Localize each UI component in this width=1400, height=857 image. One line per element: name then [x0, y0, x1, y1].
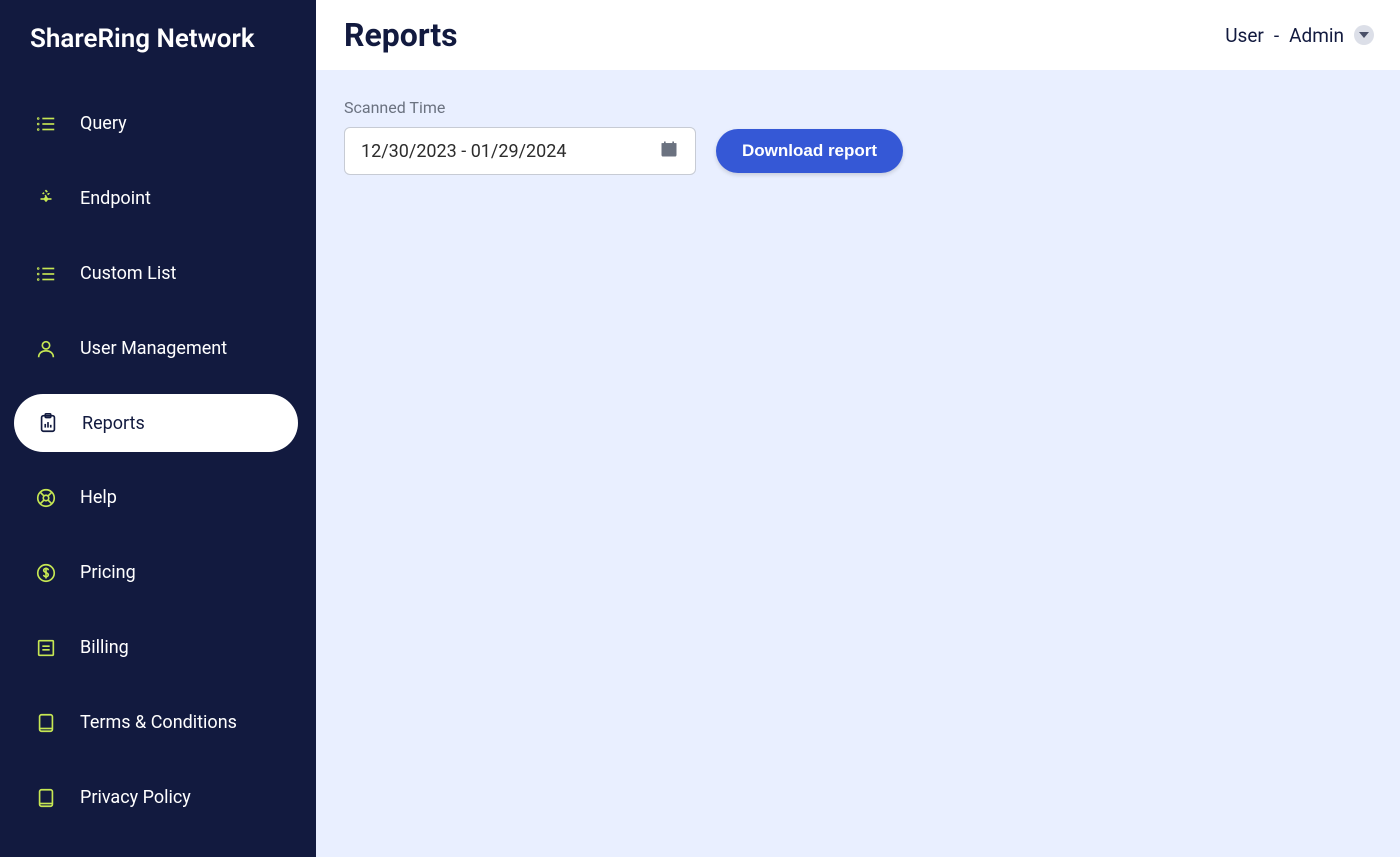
sidebar-item-pricing[interactable]: Pricing: [0, 535, 316, 610]
dollar-icon: [34, 561, 58, 585]
sidebar-item-terms[interactable]: Terms & Conditions: [0, 685, 316, 760]
sidebar-item-label: User Management: [80, 338, 227, 359]
page-title: Reports: [344, 16, 458, 54]
header: Reports User - Admin: [316, 0, 1400, 70]
sidebar-item-label: Help: [80, 487, 117, 508]
billing-icon: [34, 636, 58, 660]
sidebar-item-label: Billing: [80, 637, 129, 658]
sidebar-item-label: Privacy Policy: [80, 787, 191, 808]
sidebar-item-endpoint[interactable]: Endpoint: [0, 161, 316, 236]
sidebar-item-label: Terms & Conditions: [80, 712, 237, 733]
date-range-input[interactable]: 12/30/2023 - 01/29/2024: [344, 127, 696, 175]
filter-row: 12/30/2023 - 01/29/2024 Download report: [344, 127, 1372, 175]
sidebar-item-help[interactable]: Help: [0, 460, 316, 535]
sidebar-item-label: Pricing: [80, 562, 136, 583]
date-range-value: 12/30/2023 - 01/29/2024: [361, 141, 566, 162]
user-separator: -: [1274, 24, 1279, 47]
clipboard-icon: [36, 411, 60, 435]
endpoint-icon: [34, 187, 58, 211]
scanned-time-label: Scanned Time: [344, 98, 1372, 117]
sidebar-item-custom-list[interactable]: Custom List: [0, 236, 316, 311]
sidebar: ShareRing Network Query Endpoint Custom …: [0, 0, 316, 857]
brand-title: ShareRing Network: [0, 24, 316, 78]
sidebar-nav: Query Endpoint Custom List User Manageme…: [0, 78, 316, 835]
user-label: User: [1225, 24, 1264, 47]
sidebar-item-reports[interactable]: Reports: [14, 394, 298, 452]
sidebar-item-privacy[interactable]: Privacy Policy: [0, 760, 316, 835]
help-icon: [34, 486, 58, 510]
chevron-down-icon[interactable]: [1354, 25, 1374, 45]
document-icon: [34, 711, 58, 735]
download-report-button[interactable]: Download report: [716, 129, 903, 173]
sidebar-item-billing[interactable]: Billing: [0, 610, 316, 685]
sidebar-item-label: Endpoint: [80, 188, 151, 209]
user-menu[interactable]: User - Admin: [1225, 24, 1374, 47]
calendar-icon: [659, 139, 679, 164]
sidebar-item-user-management[interactable]: User Management: [0, 311, 316, 386]
list-icon: [34, 112, 58, 136]
sidebar-item-label: Reports: [82, 413, 145, 434]
user-role: Admin: [1289, 24, 1344, 47]
document-icon: [34, 786, 58, 810]
sidebar-item-label: Query: [80, 113, 127, 134]
user-icon: [34, 337, 58, 361]
content: Scanned Time 12/30/2023 - 01/29/2024 Dow…: [316, 70, 1400, 857]
list-icon: [34, 262, 58, 286]
main: Reports User - Admin Scanned Time 12/30/…: [316, 0, 1400, 857]
sidebar-item-label: Custom List: [80, 263, 176, 284]
sidebar-item-query[interactable]: Query: [0, 86, 316, 161]
